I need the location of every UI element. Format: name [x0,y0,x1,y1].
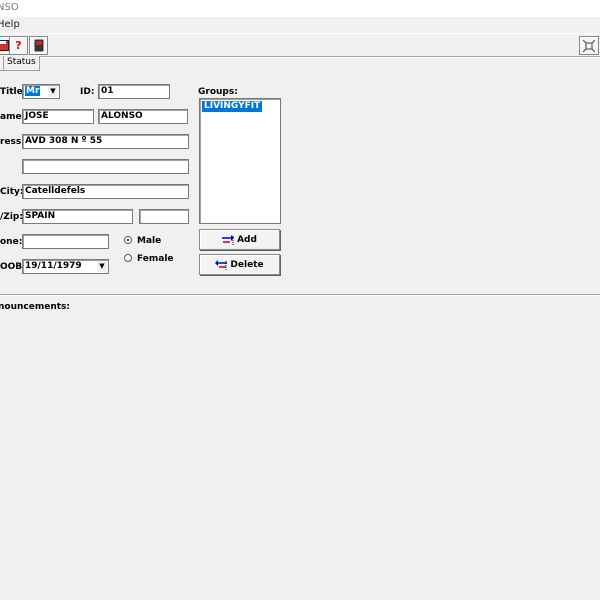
first-name-field[interactable]: JOSE [22,109,94,124]
id-field[interactable]: 01 [98,84,170,99]
city-field[interactable]: Catelldefels [22,184,189,199]
list-item[interactable]: LIVINGYFIT [202,101,263,112]
gender-male-label[interactable]: Male [137,236,161,246]
city-label: City: [0,187,24,197]
section-divider [0,294,600,296]
settings-icon [583,39,595,52]
address-line2-field[interactable] [22,159,189,174]
menu-help[interactable]: Help [0,19,20,30]
announcements-label: nouncements: [0,302,70,312]
phone-label: one: [0,237,23,247]
gender-female-label[interactable]: Female [137,254,174,264]
address-line1-field[interactable]: AVD 308 N º 55 [22,134,189,149]
add-button[interactable]: Add [199,229,280,250]
gender-female-radio[interactable] [124,254,132,262]
help-icon: ? [15,39,22,52]
window-title: NSO [0,2,19,13]
remove-arrow-icon [215,259,228,270]
groups-label: Groups: [198,87,238,97]
title-bar: NSO [0,0,600,17]
title-select[interactable]: Mr ▼ [22,84,60,99]
chevron-down-icon: ▼ [97,261,107,272]
groups-list[interactable]: LIVINGYFIT [199,98,281,224]
save-icon [0,40,9,51]
help-button[interactable]: ? [9,36,28,55]
toolbar: ? [0,33,600,55]
gender-male-radio[interactable] [124,236,132,244]
settings-button[interactable] [579,36,599,55]
last-name-field[interactable]: ALONSO [98,109,188,124]
device-button[interactable] [29,36,48,55]
zip-field[interactable] [139,209,189,224]
tab-status[interactable]: Status [3,56,40,71]
toolbar-separator [0,56,600,58]
chevron-down-icon: ▼ [48,86,58,97]
country-field[interactable]: SPAIN [22,209,133,224]
add-arrow-icon [222,234,235,245]
device-icon [34,39,43,52]
phone-field[interactable] [22,234,109,249]
dob-picker[interactable]: 19/11/1979 ▼ [22,259,109,274]
delete-button[interactable]: Delete [199,254,280,275]
menu-bar: Help [0,17,600,33]
zip-label: /Zip: [0,212,23,222]
id-label: ID: [80,87,95,97]
